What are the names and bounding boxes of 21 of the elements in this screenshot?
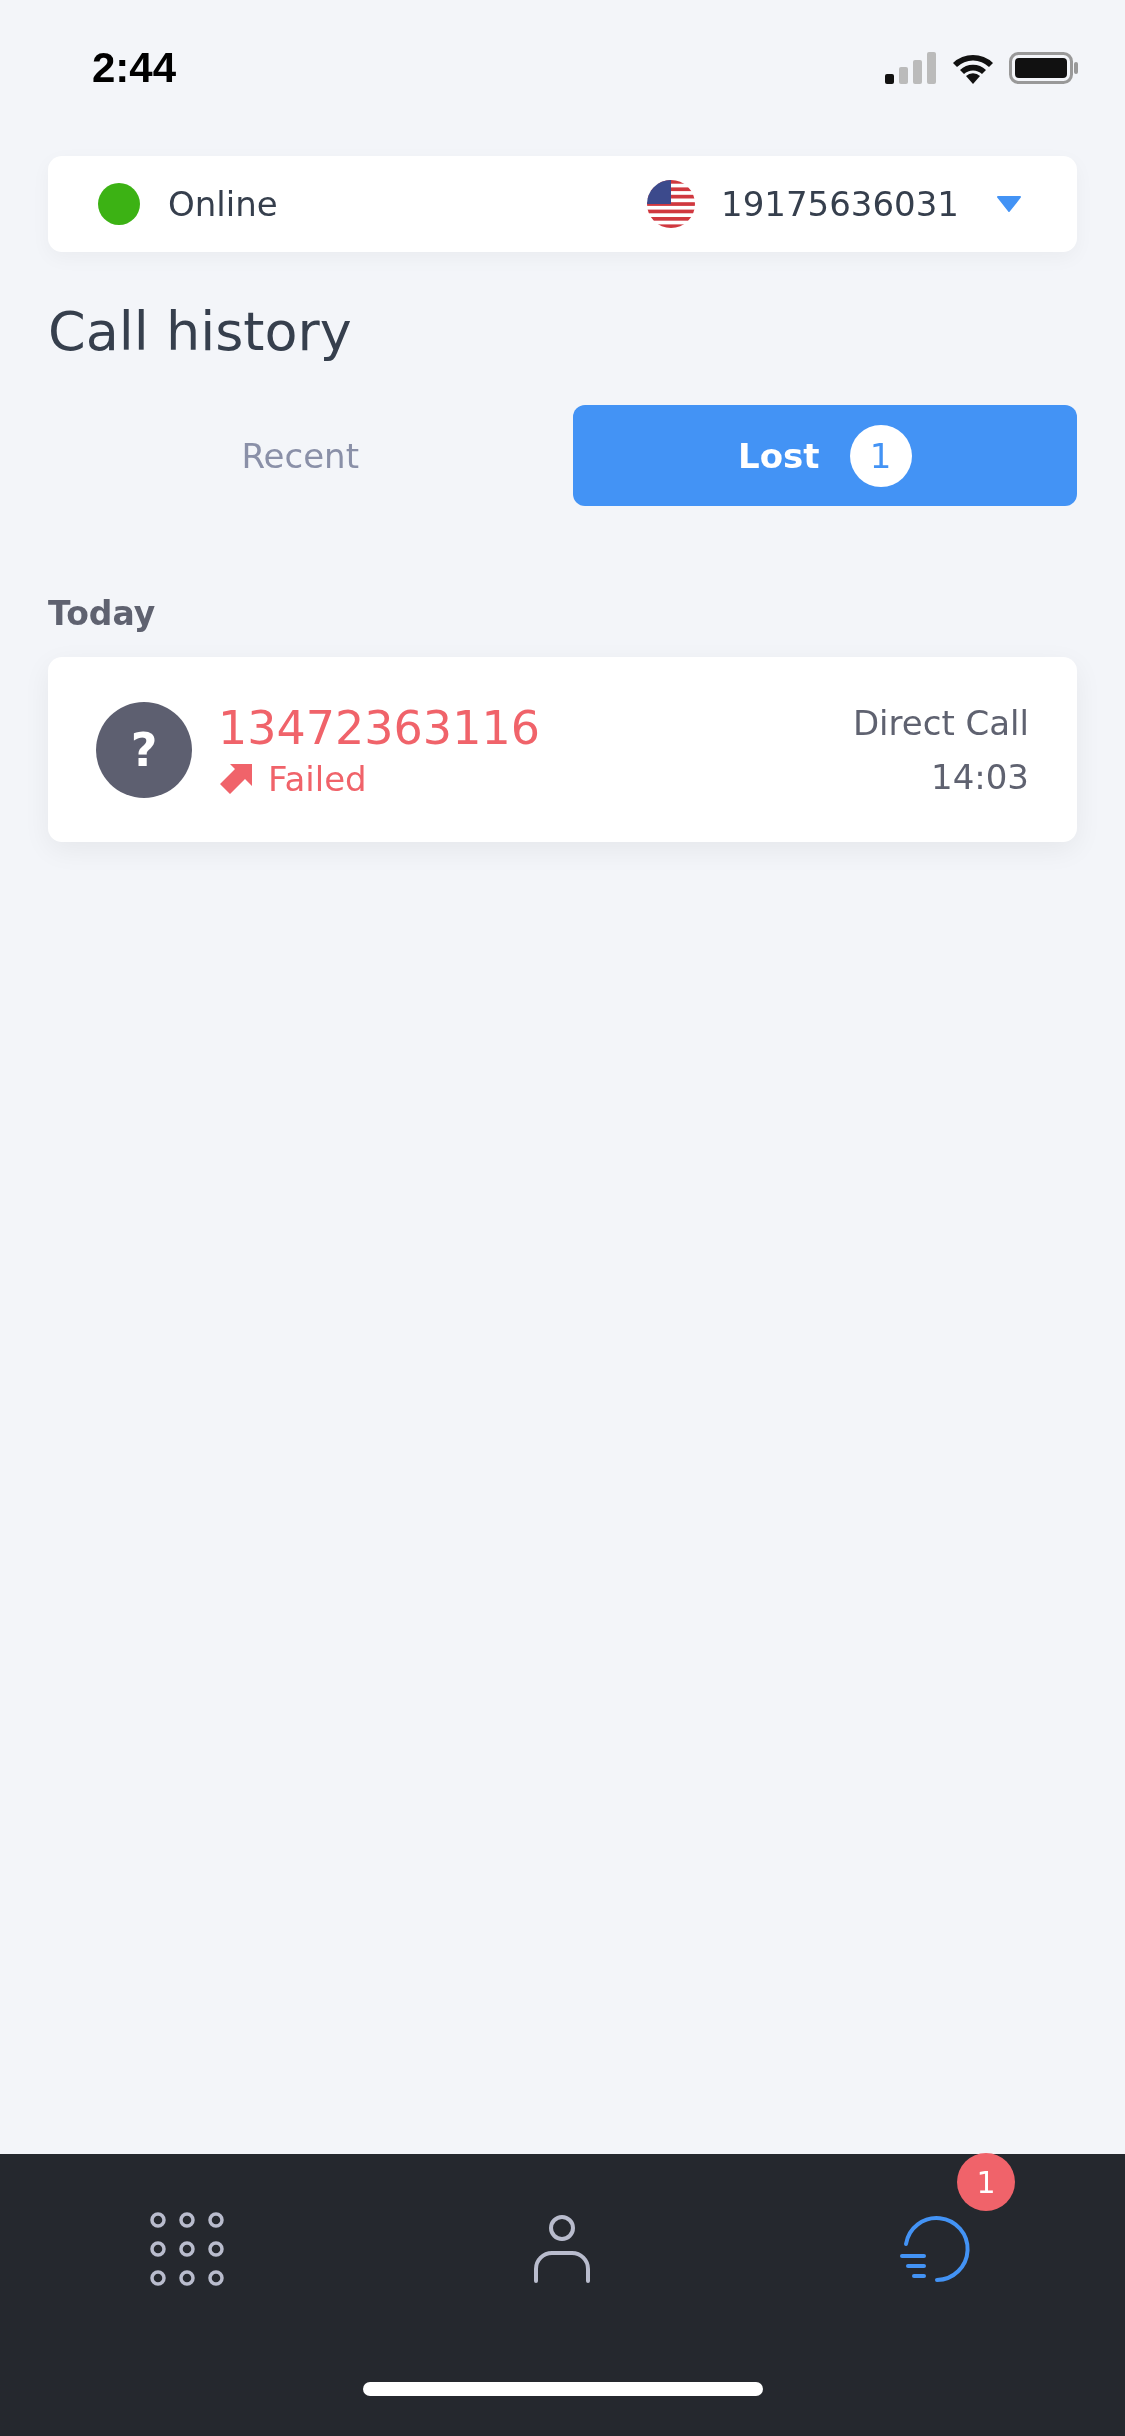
account-bar[interactable]: Online 19175636031 bbox=[48, 156, 1077, 252]
section-heading: Today bbox=[48, 594, 157, 633]
call-status: Failed bbox=[268, 758, 367, 799]
battery-icon bbox=[1009, 52, 1079, 84]
unknown-caller-avatar: ? bbox=[96, 701, 192, 798]
signal-icon bbox=[885, 52, 937, 84]
person-icon[interactable] bbox=[533, 2214, 591, 2284]
status-label: Online bbox=[168, 184, 279, 224]
status-time: 2:44 bbox=[92, 44, 177, 92]
flag-icon bbox=[647, 180, 696, 228]
wifi-icon bbox=[951, 52, 995, 84]
phone-number: 19175636031 bbox=[721, 184, 959, 224]
keypad-icon[interactable] bbox=[150, 2212, 224, 2286]
notification-badge: 1 bbox=[957, 2153, 1015, 2211]
call-card[interactable]: ? 13472363116 Failed Direct Call 14:03 bbox=[48, 657, 1077, 842]
call-time: 14:03 bbox=[931, 756, 1029, 797]
count-badge: 1 bbox=[849, 424, 912, 487]
caller-number: 13472363116 bbox=[218, 700, 541, 755]
page-title: Call history bbox=[48, 300, 353, 363]
call-type: Direct Call bbox=[852, 702, 1029, 743]
caret-icon[interactable] bbox=[997, 196, 1021, 212]
